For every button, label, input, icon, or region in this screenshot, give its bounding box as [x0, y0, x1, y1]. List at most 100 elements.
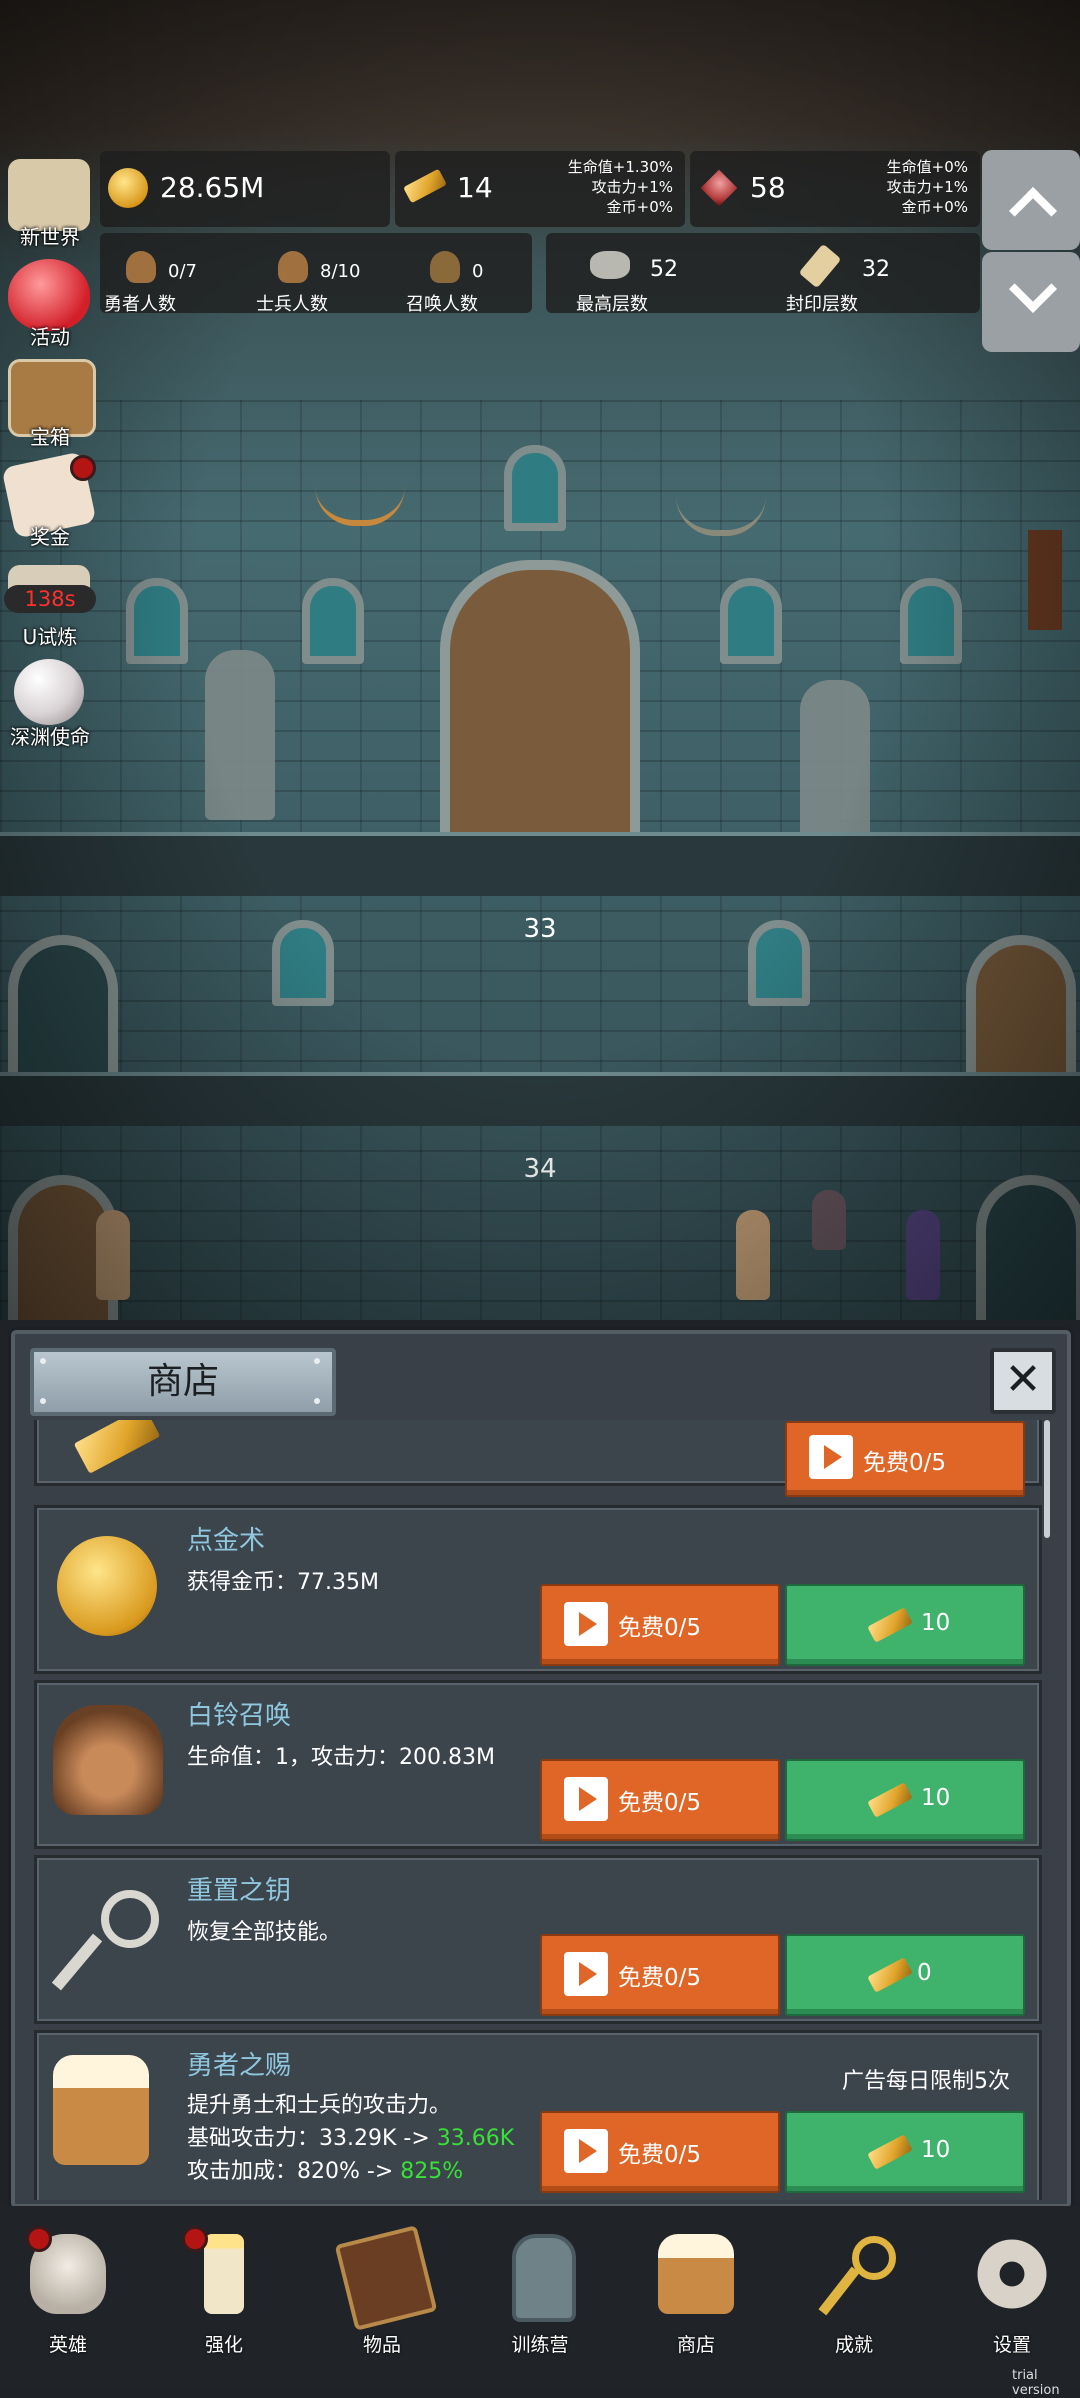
- highest-floor: 52: [650, 257, 678, 282]
- shop-item-card: 白铃召唤 生命值：1，攻击力：200.83M 免费0/5 10: [34, 1680, 1042, 1849]
- nav-training[interactable]: 训练营: [480, 2226, 600, 2356]
- summon-count-label: 召唤人数: [406, 294, 478, 315]
- free-ad-button[interactable]: 免费0/5: [785, 1421, 1025, 1497]
- item-title: 白铃召唤: [187, 1701, 292, 1731]
- menu-label: 奖金: [30, 525, 70, 549]
- nav-enhance[interactable]: 强化: [164, 2226, 284, 2356]
- nav-items[interactable]: 物品: [322, 2225, 442, 2356]
- gold-bar-bonus: 生命值+1.30% 攻击力+1% 金币+0%: [568, 157, 673, 217]
- menu-chest[interactable]: 宝箱: [0, 355, 100, 451]
- gold-bar-value: 14: [457, 171, 493, 204]
- bonus-gold: 金币+0%: [901, 198, 968, 216]
- close-button[interactable]: ✕: [990, 1348, 1056, 1414]
- free-ad-button[interactable]: 免费0/5: [540, 1584, 780, 1666]
- gold-bar-icon: [867, 1607, 913, 1643]
- summon-head-icon: [430, 251, 460, 283]
- item-desc-line: 提升勇士和士兵的攻击力。: [187, 2093, 452, 2118]
- nav-label: 商店: [676, 2334, 715, 2356]
- price-label: 10: [921, 2137, 951, 2163]
- free-button-label: 免费0/5: [618, 1965, 702, 1991]
- price-label: 10: [921, 1785, 951, 1811]
- price-label: 0: [917, 1960, 932, 1986]
- shop-title: 商店: [30, 1348, 336, 1416]
- item-title: 勇者之赐: [187, 2051, 292, 2081]
- item-desc: 恢复全部技能。: [187, 1920, 342, 1945]
- menu-label: 宝箱: [30, 425, 70, 449]
- price-label: 10: [921, 1610, 951, 1636]
- close-icon: ✕: [1004, 1354, 1042, 1405]
- shop-item-list[interactable]: 免费0/5 点金术 获得金币：77.35M 免费0/5 10 白铃召唤 生命值：…: [34, 1420, 1052, 2200]
- pearl-icon: [14, 659, 84, 725]
- free-ad-button[interactable]: 免费0/5: [540, 1759, 780, 1841]
- nav-label: 设置: [992, 2334, 1031, 2356]
- item-desc-line: 基础攻击力：33.29K -> 33.66K: [187, 2122, 514, 2155]
- lantern-icon: [512, 2234, 576, 2322]
- video-play-icon: [564, 2129, 608, 2173]
- nav-shop[interactable]: 商店: [636, 2226, 756, 2356]
- item-desc: 获得金币：77.35M: [187, 1570, 379, 1595]
- stone-icon: [590, 251, 630, 279]
- gem-value: 58: [750, 171, 786, 204]
- soldier-count: 8/10: [320, 261, 361, 282]
- shop-item-card: 重置之钥 恢复全部技能。 免费0/5 0: [34, 1855, 1042, 2024]
- item-desc: 生命值：1，攻击力：200.83M: [187, 1745, 495, 1770]
- bonus-attack: 攻击力+1%: [886, 178, 968, 196]
- menu-trial[interactable]: 138s U试炼: [0, 555, 100, 651]
- nav-label: 英雄: [48, 2334, 87, 2356]
- buy-gold-button[interactable]: 10: [785, 2111, 1025, 2193]
- nav-settings[interactable]: 设置: [952, 2226, 1072, 2356]
- free-button-label: 免费0/5: [618, 1615, 702, 1641]
- gold-resource: 28.65M: [100, 151, 390, 227]
- watermark: trial version: [1012, 2368, 1060, 2398]
- menu-abyss-mission[interactable]: 深渊使命: [0, 655, 100, 751]
- hero-head-icon: [126, 251, 156, 283]
- video-play-icon: [564, 1602, 608, 1646]
- soldier-head-icon: [278, 251, 308, 283]
- red-gem-icon: [700, 169, 738, 207]
- free-ad-button[interactable]: 免费0/5: [540, 1934, 780, 2016]
- menu-label: 深渊使命: [10, 725, 90, 749]
- free-button-label: 免费0/5: [618, 2142, 702, 2168]
- attack-bonus-new: 825%: [400, 2159, 464, 2184]
- buy-gold-button[interactable]: 10: [785, 1759, 1025, 1841]
- nav-label: 强化: [204, 2334, 243, 2356]
- menu-event[interactable]: 活动: [0, 255, 100, 351]
- gold-coin-icon: [108, 168, 148, 208]
- gem-resource: 58 生命值+0% 攻击力+1% 金币+0%: [690, 151, 980, 227]
- item-title: 重置之钥: [187, 1876, 292, 1906]
- nav-achievements[interactable]: 成就: [794, 2226, 914, 2356]
- chevron-down-icon: [1008, 264, 1058, 314]
- free-ad-button[interactable]: 免费0/5: [540, 2111, 780, 2193]
- nav-label: 成就: [834, 2334, 873, 2356]
- buy-gold-button[interactable]: 10: [785, 1584, 1025, 1666]
- nav-heroes[interactable]: 英雄: [8, 2226, 128, 2356]
- scroll-down-button[interactable]: [982, 252, 1080, 352]
- gold-bar-icon: [867, 1957, 913, 1993]
- menu-label: 新世界: [20, 225, 80, 249]
- menu-new-world[interactable]: 新世界: [0, 155, 100, 251]
- bonus-attack: 攻击力+1%: [591, 178, 673, 196]
- attack-bonus-text: 攻击加成：820% ->: [187, 2159, 401, 2184]
- base-attack-text: 基础攻击力：33.29K ->: [187, 2126, 437, 2151]
- notification-dot: [182, 2226, 208, 2252]
- girl-portrait-icon: [53, 1705, 163, 1815]
- ad-limit-note: 广告每日限制5次: [842, 2069, 1010, 2094]
- buy-gold-button[interactable]: 0: [785, 1934, 1025, 2016]
- scroll-icon: [798, 243, 842, 289]
- video-play-icon: [564, 1952, 608, 1996]
- scrollbar[interactable]: [1044, 1420, 1050, 1538]
- trial-timer: 138s: [4, 585, 96, 613]
- video-play-icon: [809, 1435, 853, 1479]
- candle-icon: [204, 2234, 244, 2314]
- bonus-hp: 生命值+0%: [886, 158, 968, 176]
- bottom-nav: 英雄 强化 物品 训练营 商店 成就 设置: [0, 2206, 1080, 2387]
- menu-bonus[interactable]: 奖金: [0, 451, 100, 551]
- gold-bar-icon: [403, 168, 447, 204]
- key-icon: [51, 1880, 163, 1991]
- scroll-up-button[interactable]: [982, 150, 1080, 250]
- gold-value: 28.65M: [160, 171, 265, 204]
- bonus-hp: 生命值+1.30%: [567, 158, 673, 176]
- summon-count: 0: [472, 261, 484, 282]
- gold-bar-resource: 14 生命值+1.30% 攻击力+1% 金币+0%: [395, 151, 685, 227]
- chevron-up-icon: [1008, 186, 1058, 236]
